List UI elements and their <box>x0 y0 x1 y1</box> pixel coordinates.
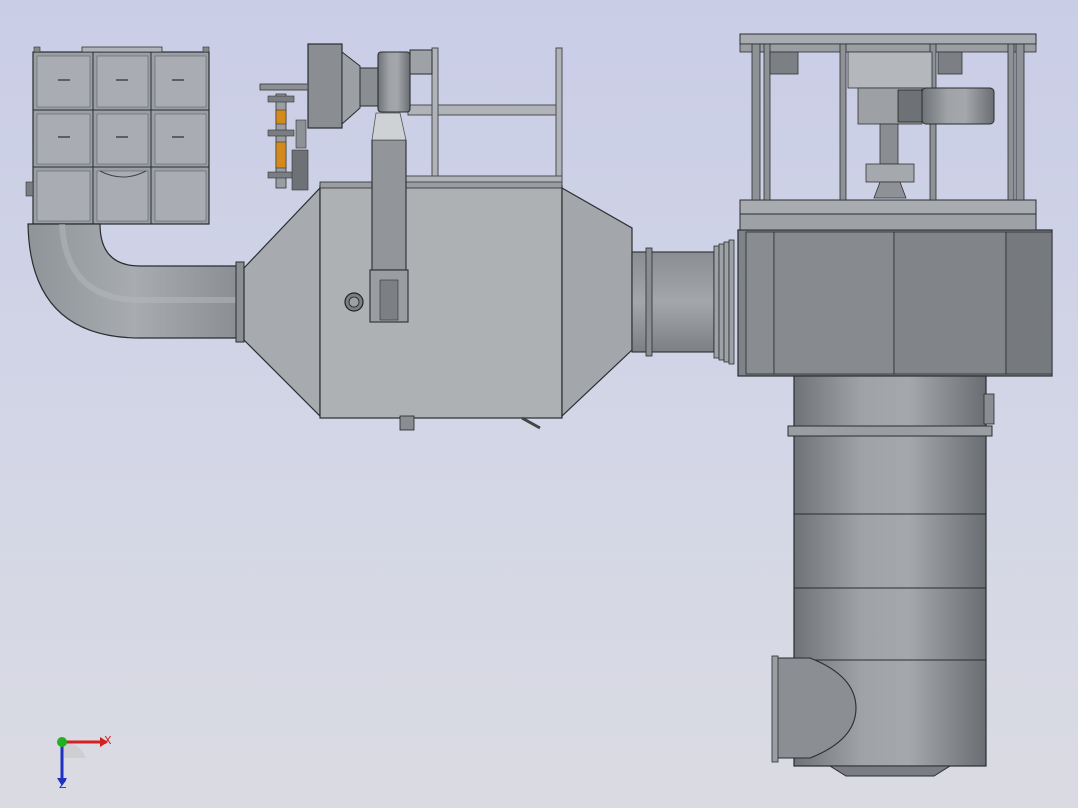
connector-duct[interactable] <box>631 239 735 365</box>
coordinate-triad: X Z <box>48 728 120 794</box>
triad-z-label: Z <box>59 778 67 791</box>
scrubber-tank[interactable] <box>243 181 633 431</box>
filter-box[interactable] <box>25 46 210 225</box>
elbow-duct[interactable] <box>27 223 245 343</box>
assembly-model[interactable] <box>0 0 1078 808</box>
triad-x-label: X <box>104 734 112 747</box>
valve-stack[interactable] <box>259 83 309 191</box>
inlet-duct[interactable] <box>369 112 409 323</box>
cad-graphics-viewport[interactable]: X Z <box>0 0 1078 808</box>
tower-top-frame[interactable] <box>739 33 1037 201</box>
tower-upper-housing[interactable] <box>737 199 1053 377</box>
